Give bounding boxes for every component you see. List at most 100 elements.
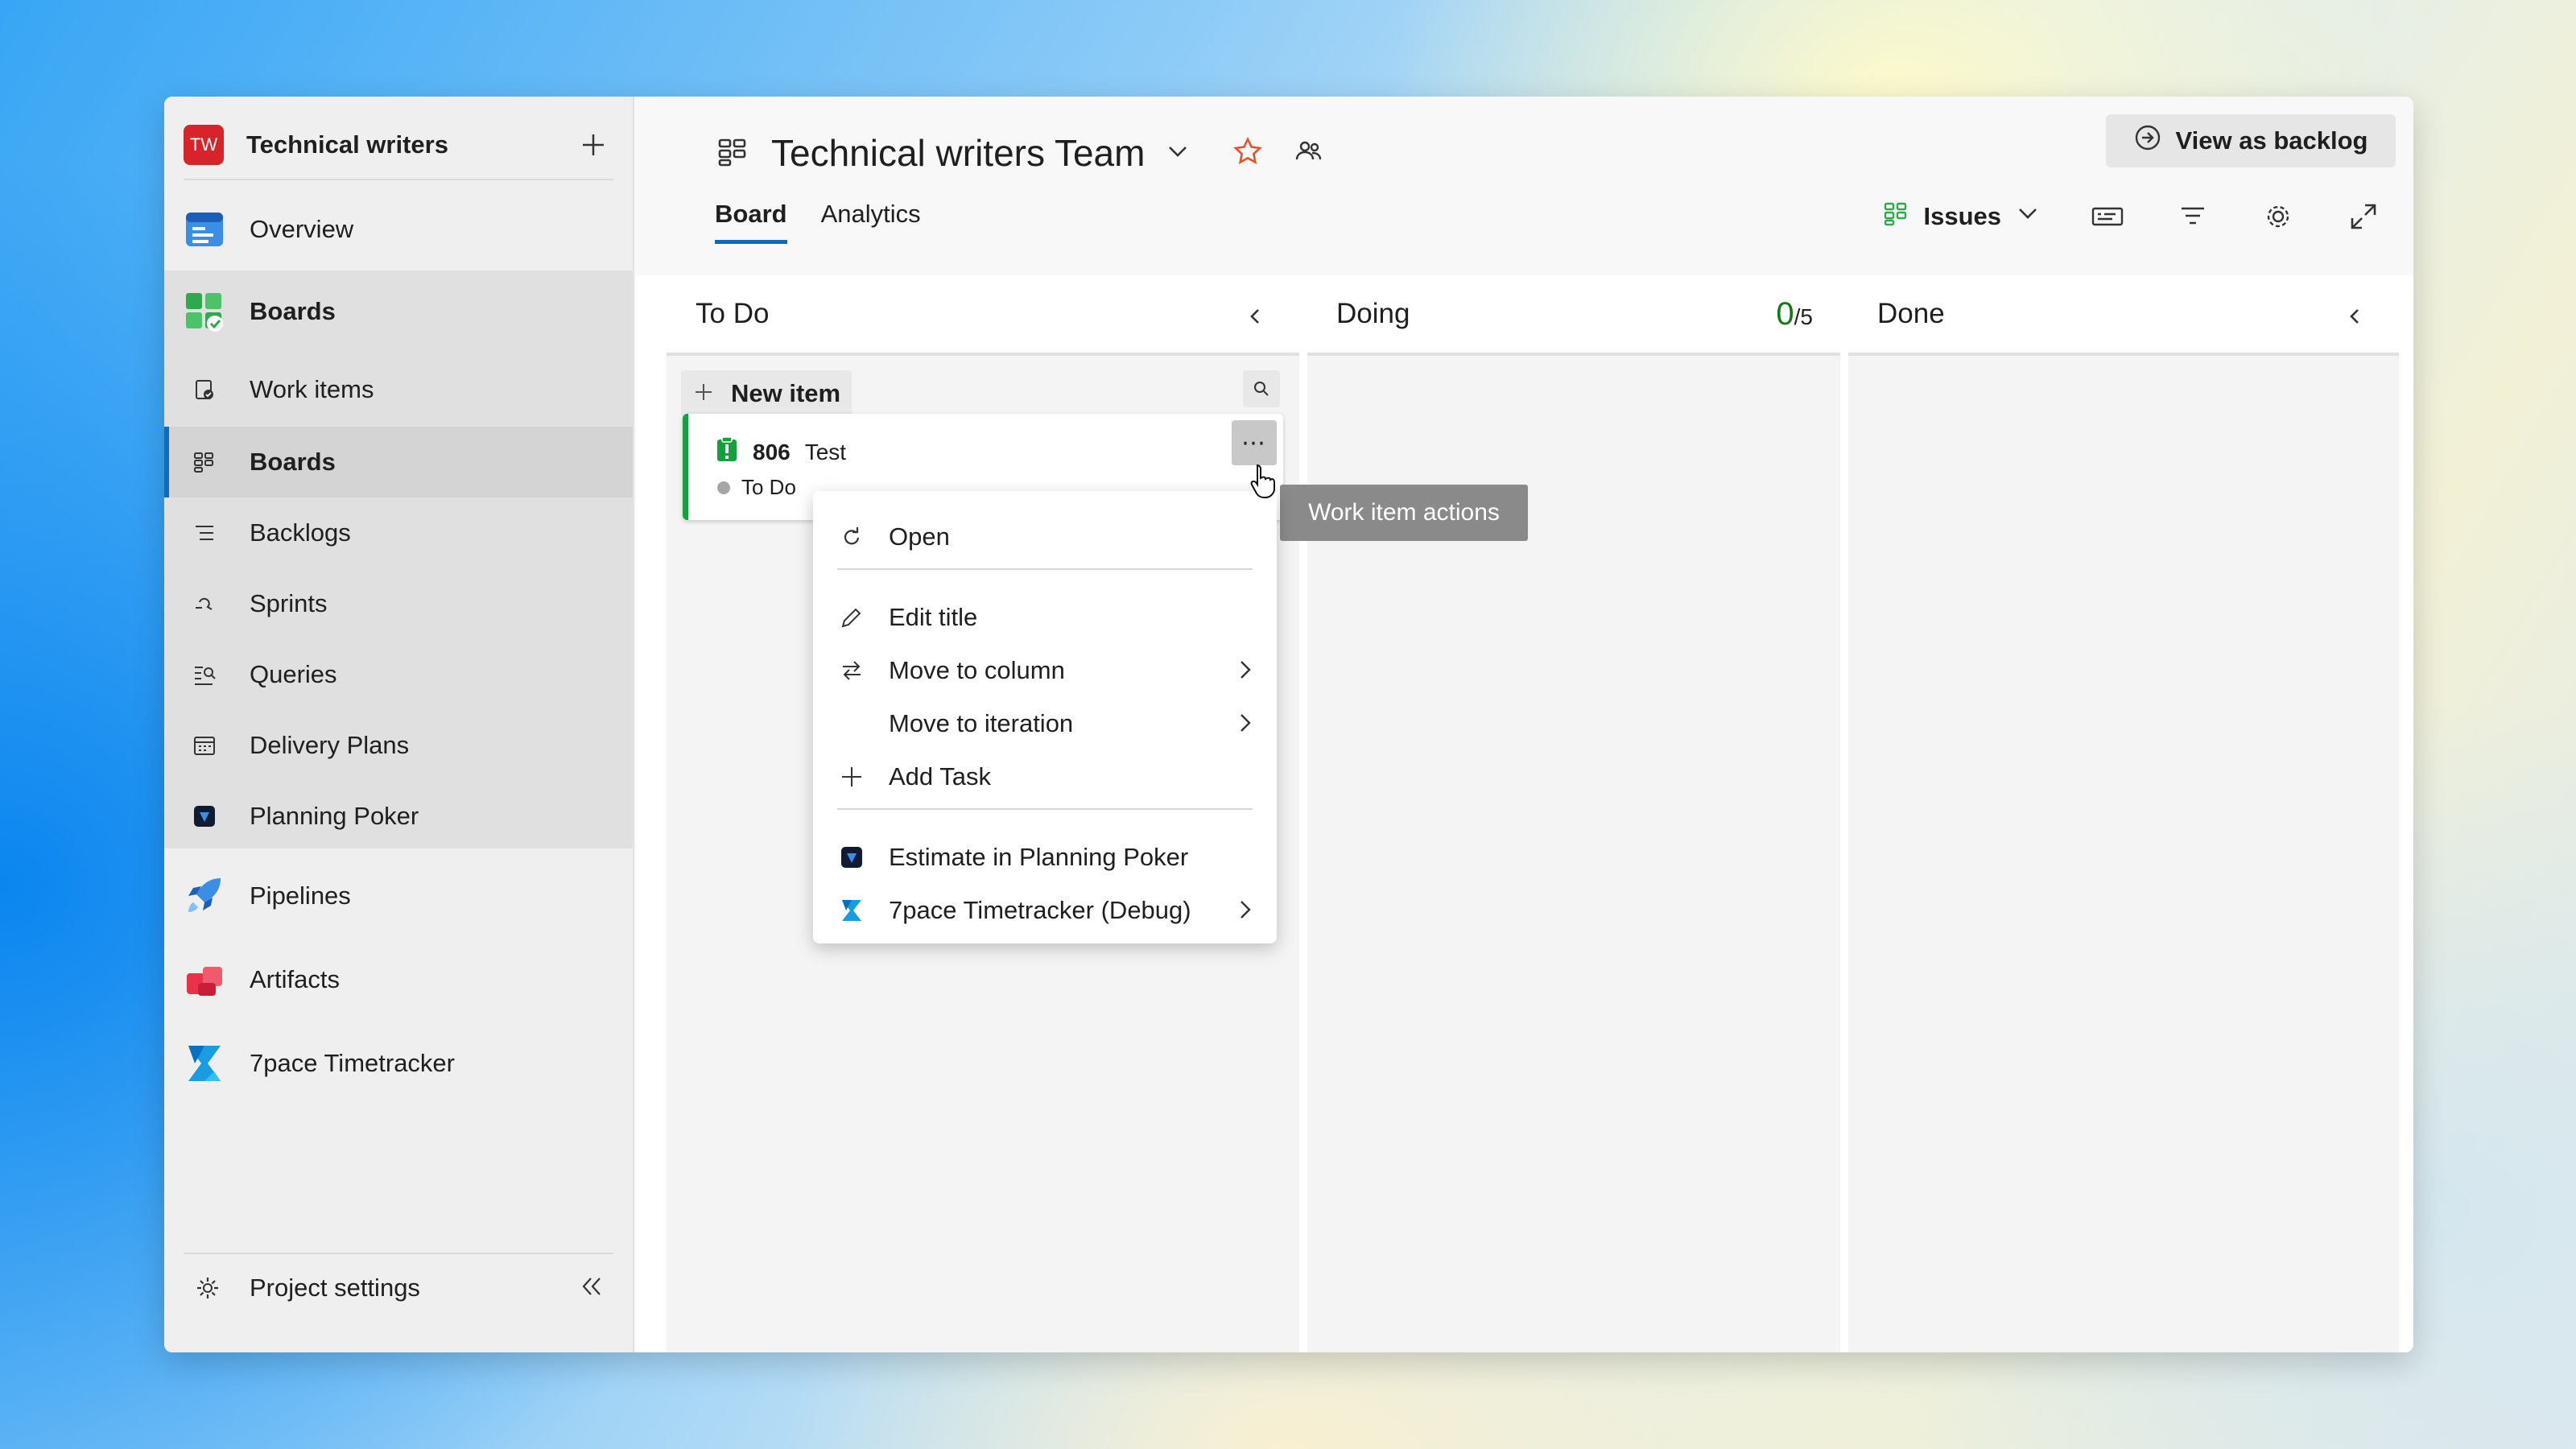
calendar-icon <box>192 733 217 758</box>
menu-item-label: Open <box>889 522 950 551</box>
tab-board[interactable]: Board <box>715 200 787 244</box>
sidebar-item-queries[interactable]: Queries <box>164 641 633 708</box>
menu-item-7pace-timetracker[interactable]: 7pace Timetracker (Debug) <box>813 884 1277 937</box>
card-options-icon[interactable] <box>2090 199 2125 234</box>
collapse-sidebar-icon[interactable] <box>578 1274 604 1306</box>
work-item-type-dropdown[interactable]: Issues <box>1883 200 2040 233</box>
card-id-row: 806 Test <box>716 436 846 468</box>
more-actions-icon[interactable]: ⋯ <box>1232 420 1277 465</box>
chevron-right-icon <box>1233 898 1256 927</box>
collapse-column-icon[interactable] <box>1245 303 1267 335</box>
collapse-column-icon[interactable] <box>2344 303 2367 335</box>
new-item-button[interactable]: New item <box>681 370 852 417</box>
sidebar-item-overview[interactable]: Overview <box>164 195 633 264</box>
pencil-icon <box>837 603 866 632</box>
menu-item-add-task[interactable]: Add Task <box>813 750 1277 803</box>
menu-item-label: Edit title <box>889 603 978 631</box>
column-title: Done <box>1877 298 1945 329</box>
board-grid-icon <box>1883 200 1909 233</box>
sidebar-item-label: Overview <box>250 215 354 243</box>
sidebar-item-label: Planning Poker <box>250 802 419 830</box>
menu-item-estimate-planning-poker[interactable]: Estimate in Planning Poker <box>813 831 1277 884</box>
sidebar-item-project-settings[interactable]: Project settings <box>164 1256 633 1320</box>
sidebar-item-label: Boards <box>250 448 336 476</box>
boards-hub-icon <box>184 291 225 332</box>
sidebar-item-label: Work items <box>250 375 374 403</box>
column-header: To Do <box>667 275 1299 356</box>
sidebar-item-artifacts[interactable]: Artifacts <box>164 942 633 1018</box>
search-icon[interactable] <box>1243 370 1280 407</box>
sidebar-item-7pace-timetracker[interactable]: 7pace Timetracker <box>164 1026 633 1101</box>
project-name[interactable]: Technical writers <box>246 130 573 159</box>
team-members-icon[interactable] <box>1294 137 1323 170</box>
chevron-right-icon <box>1233 712 1256 741</box>
fullscreen-icon[interactable] <box>2346 199 2381 234</box>
add-icon <box>837 762 866 791</box>
sidebar-item-sprints[interactable]: Sprints <box>164 570 633 638</box>
team-header: Technical writers Team <box>716 122 1323 184</box>
timetracker-hourglass-icon <box>184 1042 225 1084</box>
column-title: To Do <box>696 298 770 329</box>
issue-clipboard-icon <box>716 436 738 468</box>
sidebar-item-delivery-plans[interactable]: Delivery Plans <box>164 712 633 779</box>
menu-item-move-to-iteration[interactable]: Move to iteration <box>813 697 1277 750</box>
divider <box>184 179 613 180</box>
menu-item-edit-title[interactable]: Edit title <box>813 591 1277 644</box>
menu-item-label: Estimate in Planning Poker <box>889 843 1189 871</box>
menu-item-label: Move to iteration <box>889 709 1074 737</box>
sidebar-item-planning-poker[interactable]: Planning Poker <box>164 782 633 850</box>
gear-icon[interactable] <box>2260 199 2296 234</box>
menu-divider <box>837 808 1253 810</box>
overview-icon <box>184 208 225 250</box>
add-icon <box>694 379 713 408</box>
work-item-title[interactable]: Test <box>805 440 846 465</box>
sidebar-item-label: Pipelines <box>250 881 351 910</box>
tab-analytics[interactable]: Analytics <box>821 200 921 244</box>
filter-icon[interactable] <box>2175 199 2211 234</box>
sidebar-item-label: 7pace Timetracker <box>250 1049 455 1077</box>
favorite-star-icon[interactable] <box>1233 136 1263 170</box>
new-item-label: New item <box>731 379 841 407</box>
wip-current: 0 <box>1776 296 1794 332</box>
view-as-backlog-button[interactable]: View as backlog <box>2106 114 2396 167</box>
pipelines-rocket-icon <box>184 875 225 917</box>
chevron-down-icon[interactable] <box>1166 139 1190 167</box>
chevron-down-icon <box>2016 201 2040 232</box>
project-avatar[interactable]: TW <box>184 125 224 165</box>
arrow-circle-icon <box>2134 124 2161 158</box>
planning-poker-icon <box>192 803 217 829</box>
sprint-icon <box>192 591 217 617</box>
sidebar-item-boards-hub[interactable]: Boards <box>164 277 633 346</box>
sidebar-item-label: Queries <box>250 660 337 688</box>
menu-item-label: 7pace Timetracker (Debug) <box>889 896 1191 924</box>
planning-poker-icon <box>837 843 866 872</box>
menu-item-move-to-column[interactable]: Move to column <box>813 644 1277 697</box>
mouse-pointer-icon <box>1249 462 1277 503</box>
project-header: TW Technical writers <box>184 114 613 175</box>
work-item-state[interactable]: To Do <box>717 475 796 500</box>
column-doing: Doing 0/5 <box>1307 275 1840 1352</box>
add-icon[interactable] <box>573 125 613 165</box>
sidebar-item-pipelines[interactable]: Pipelines <box>164 858 633 934</box>
divider <box>184 1253 613 1254</box>
tooltip: Work item actions <box>1280 485 1528 541</box>
sidebar-item-label: Artifacts <box>250 965 340 993</box>
work-item-id: 806 <box>753 439 791 464</box>
sidebar-item-work-items[interactable]: Work items <box>164 357 633 422</box>
menu-item-label: Add Task <box>889 762 991 791</box>
board-toolbar: Issues <box>1883 190 2381 243</box>
tab-bar: Board Analytics <box>715 200 921 244</box>
sidebar-item-label: Sprints <box>250 589 328 617</box>
column-header: Doing 0/5 <box>1307 275 1840 356</box>
sidebar-item-boards[interactable]: Boards <box>164 428 633 496</box>
menu-item-open[interactable]: Open <box>813 510 1277 564</box>
sidebar-item-backlogs[interactable]: Backlogs <box>164 499 633 567</box>
team-name[interactable]: Technical writers Team <box>771 131 1145 175</box>
sidebar-item-label: Backlogs <box>250 518 351 547</box>
artifacts-icon <box>184 959 225 1001</box>
sidebar: TW Technical writers Overview Boards Wor… <box>164 97 634 1352</box>
column-done: Done <box>1848 275 2399 1352</box>
project-settings-label: Project settings <box>250 1274 420 1302</box>
sidebar-item-label: Boards <box>250 297 336 325</box>
refresh-open-icon <box>837 522 866 551</box>
